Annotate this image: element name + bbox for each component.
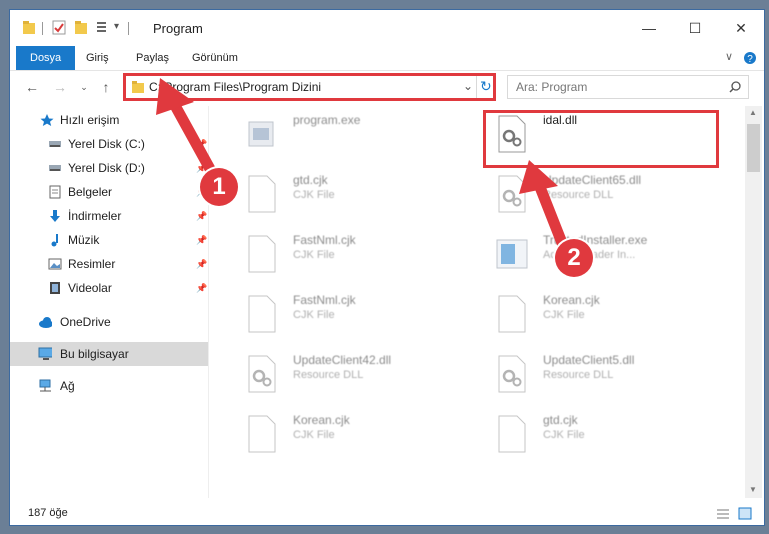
arrow-icon — [156, 78, 221, 184]
explorer-window: ▾ Program — ☐ ✕ Dosya Giriş Paylaş Görün… — [10, 10, 764, 525]
arrow-icon — [519, 160, 570, 254]
annotation-arrows — [156, 78, 570, 254]
step-badge-2: 2 — [555, 239, 593, 277]
step-badge-1: 1 — [200, 168, 238, 206]
